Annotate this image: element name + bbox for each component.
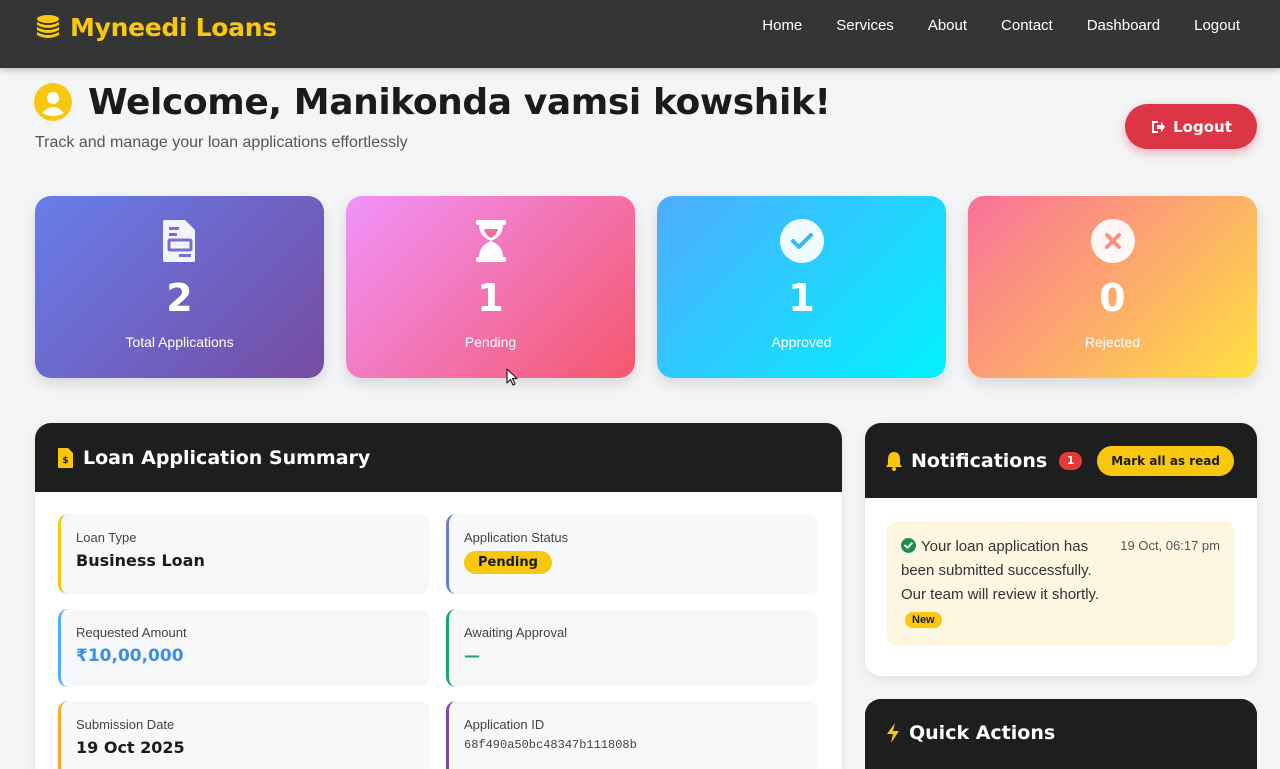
mark-all-read-button[interactable]: Mark all as read bbox=[1097, 446, 1234, 476]
quick-actions-header: Quick Actions bbox=[865, 699, 1257, 767]
field-label: Requested Amount bbox=[76, 625, 187, 640]
brand-name: Myneedi Loans bbox=[70, 12, 277, 42]
status-badge: Pending bbox=[464, 551, 552, 574]
field-label: Awaiting Approval bbox=[464, 625, 568, 640]
stat-card-approved: 1 Approved bbox=[657, 196, 946, 378]
svg-text:$: $ bbox=[62, 456, 68, 466]
field-label: Submission Date bbox=[76, 717, 175, 732]
loan-type-value: Business Loan bbox=[76, 551, 205, 570]
application-id-value: 68f490a50bc48347b111808b bbox=[464, 738, 637, 752]
nav-contact[interactable]: Contact bbox=[1001, 14, 1053, 38]
field-label: Application Status bbox=[464, 530, 569, 545]
field-label: Application ID bbox=[464, 717, 545, 732]
application-status-field: Application Status Pending bbox=[446, 514, 818, 594]
awaiting-approval-value: — bbox=[464, 646, 480, 665]
user-circle-icon bbox=[34, 83, 72, 121]
nav-dashboard[interactable]: Dashboard bbox=[1087, 14, 1160, 38]
stat-value: 0 bbox=[1099, 276, 1126, 320]
nav-about[interactable]: About bbox=[928, 14, 967, 38]
notifications-header: Notifications 1 Mark all as read bbox=[865, 423, 1257, 498]
notification-text: Your loan application has been submitted… bbox=[901, 535, 1111, 631]
file-invoice-icon bbox=[162, 220, 195, 262]
bell-icon bbox=[886, 451, 902, 471]
requested-amount-field: Requested Amount ₹10,00,000 bbox=[58, 609, 430, 687]
sign-out-icon bbox=[1152, 120, 1166, 133]
bolt-icon bbox=[887, 723, 899, 743]
logout-label: Logout bbox=[1173, 117, 1232, 136]
field-label: Loan Type bbox=[76, 530, 137, 545]
mouse-cursor-icon bbox=[506, 368, 518, 386]
file-invoice-dollar-icon: $ bbox=[58, 447, 73, 468]
loan-type-field: Loan Type Business Loan bbox=[58, 514, 430, 594]
coins-icon bbox=[37, 15, 59, 38]
quick-actions-panel: Quick Actions bbox=[865, 699, 1257, 769]
nav-home[interactable]: Home bbox=[762, 14, 802, 38]
nav-links: Home Services About Contact Dashboard Lo… bbox=[762, 14, 1240, 38]
submission-date-value: 19 Oct 2025 bbox=[76, 738, 185, 757]
times-circle-icon bbox=[1090, 219, 1135, 263]
hourglass-icon bbox=[475, 220, 506, 262]
stat-card-pending: 1 Pending bbox=[346, 196, 635, 378]
stat-label: Pending bbox=[464, 334, 517, 350]
application-id-field: Application ID 68f490a50bc48347b111808b bbox=[446, 701, 818, 769]
notification-count-badge: 1 bbox=[1059, 451, 1083, 470]
quick-actions-title: Quick Actions bbox=[909, 722, 1056, 744]
nav-services[interactable]: Services bbox=[836, 14, 894, 38]
stat-label: Total Applications bbox=[125, 334, 234, 350]
check-circle-icon bbox=[779, 219, 824, 263]
notification-time: 19 Oct, 06:17 pm bbox=[1120, 538, 1220, 553]
stat-card-rejected: 0 Rejected bbox=[968, 196, 1257, 378]
loan-summary-header: $ Loan Application Summary bbox=[35, 423, 842, 492]
stat-value: 1 bbox=[788, 276, 815, 320]
notifications-title: Notifications bbox=[911, 449, 1048, 472]
notification-item[interactable]: Your loan application has been submitted… bbox=[887, 521, 1234, 646]
loan-summary-panel: $ Loan Application Summary Loan Type Bus… bbox=[35, 423, 842, 769]
logout-button[interactable]: Logout bbox=[1125, 104, 1257, 149]
check-circle-icon bbox=[901, 538, 916, 553]
requested-amount-value: ₹10,00,000 bbox=[76, 646, 184, 666]
stat-label: Approved bbox=[771, 334, 832, 350]
brand-logo[interactable]: Myneedi Loans bbox=[34, 12, 277, 42]
loan-summary-title: Loan Application Summary bbox=[83, 446, 371, 469]
page-subtitle: Track and manage your loan applications … bbox=[35, 134, 408, 151]
notification-message: Your loan application has been submitted… bbox=[901, 538, 1100, 603]
notifications-panel: Notifications 1 Mark all as read Your lo… bbox=[865, 423, 1257, 676]
nav-logout[interactable]: Logout bbox=[1194, 14, 1240, 38]
navbar: Myneedi Loans Home Services About Contac… bbox=[0, 0, 1280, 68]
stat-card-total: 2 Total Applications bbox=[35, 196, 324, 378]
awaiting-approval-field: Awaiting Approval — bbox=[446, 609, 818, 687]
stat-value: 1 bbox=[477, 276, 504, 320]
new-badge: New bbox=[905, 612, 942, 628]
welcome-title: Welcome, Manikonda vamsi kowshik! bbox=[88, 81, 831, 123]
welcome-header: Welcome, Manikonda vamsi kowshik! bbox=[34, 80, 831, 124]
stat-label: Rejected bbox=[1084, 334, 1141, 350]
submission-date-field: Submission Date 19 Oct 2025 bbox=[58, 701, 430, 769]
stat-value: 2 bbox=[166, 276, 193, 320]
